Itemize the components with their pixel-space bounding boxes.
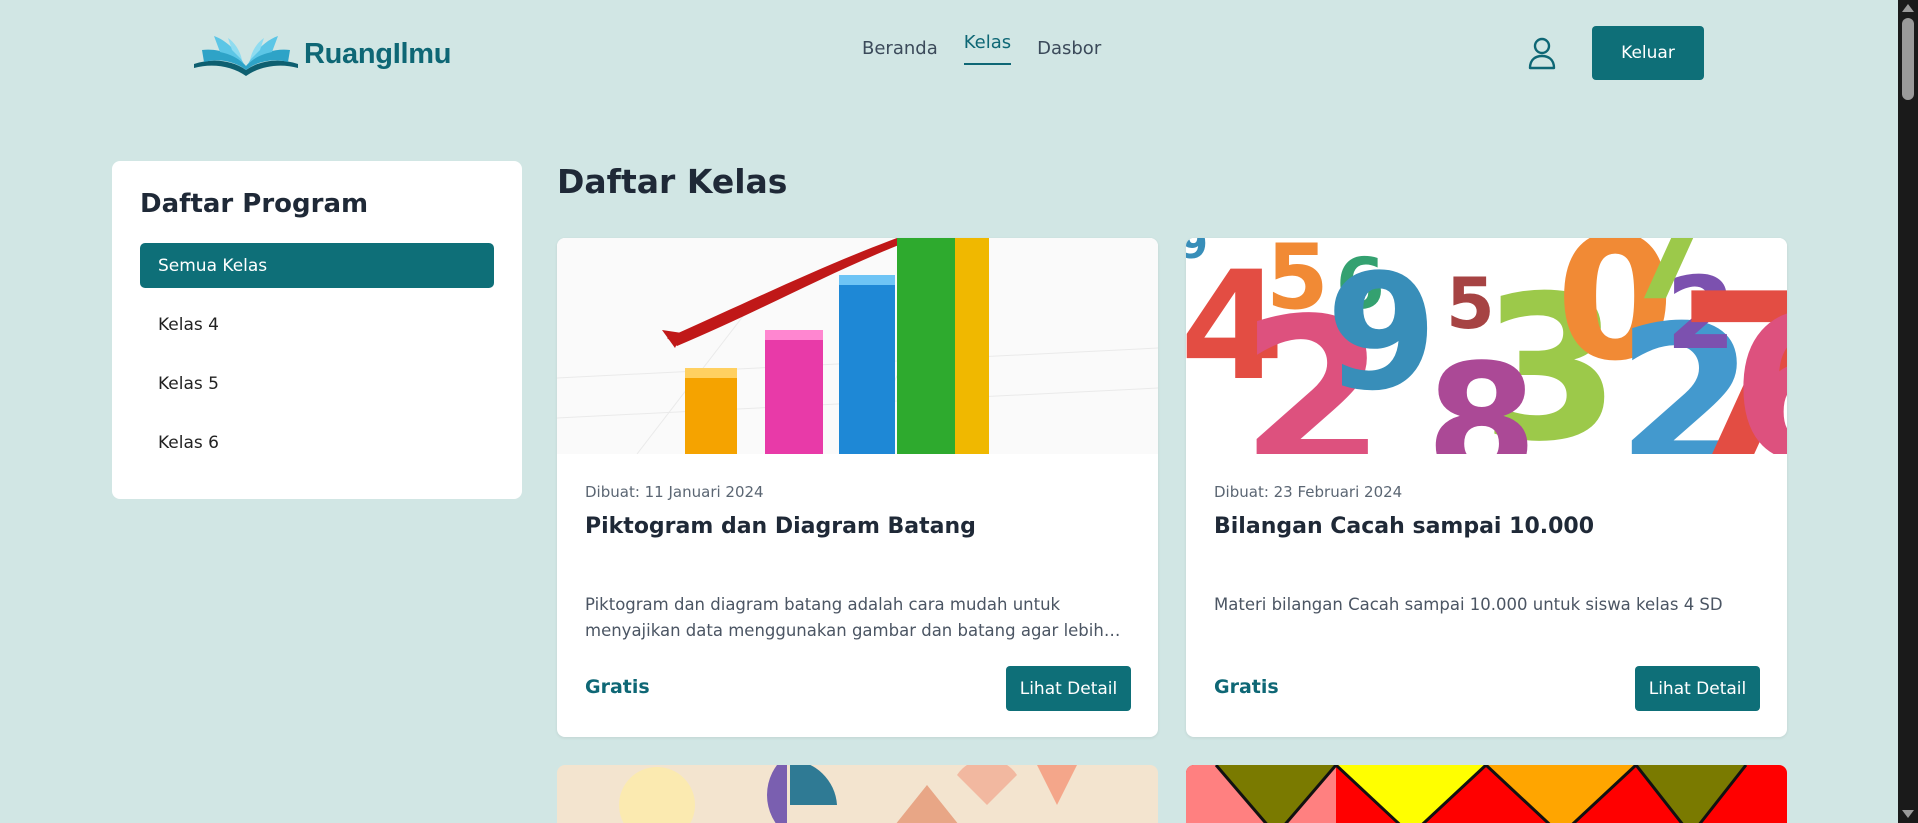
logout-button[interactable]: Keluar: [1592, 26, 1704, 80]
sidebar-item-kelas-4[interactable]: Kelas 4: [140, 302, 494, 347]
fraction-pieces-illustration: [557, 765, 1158, 823]
geometric-shapes-illustration: [1186, 765, 1787, 823]
user-icon[interactable]: [1526, 36, 1558, 70]
card-description: Piktogram dan diagram batang adalah cara…: [585, 595, 1104, 640]
program-sidebar: Daftar Program Semua Kelas Kelas 4 Kelas…: [112, 161, 522, 499]
svg-text:9: 9: [1326, 239, 1437, 426]
scroll-down-arrow-icon[interactable]: [1902, 810, 1914, 818]
sidebar-item-kelas-5[interactable]: Kelas 5: [140, 361, 494, 406]
card-date: Dibuat: 11 Januari 2024: [585, 483, 764, 501]
sidebar-title: Daftar Program: [140, 189, 369, 219]
scroll-up-arrow-icon[interactable]: [1902, 4, 1914, 12]
bar-chart-illustration: [557, 238, 1158, 454]
top-navbar: RuangIlmu Beranda Kelas Dasbor Keluar: [0, 0, 1898, 108]
detail-button[interactable]: Lihat Detail: [1635, 666, 1760, 711]
card-date: Dibuat: 23 Februari 2024: [1214, 483, 1403, 501]
class-card-partial: [1186, 765, 1787, 823]
svg-text:9: 9: [1186, 238, 1208, 268]
detail-button[interactable]: Lihat Detail: [1006, 666, 1131, 711]
sidebar-item-kelas-6[interactable]: Kelas 6: [140, 420, 494, 465]
page-title: Daftar Kelas: [557, 162, 788, 201]
svg-text:6: 6: [1731, 273, 1787, 454]
class-card-partial: [557, 765, 1158, 823]
book-logo-icon: [194, 36, 298, 76]
card-price: Gratis: [1214, 676, 1279, 698]
nav-item-dasbor[interactable]: Dasbor: [1037, 38, 1101, 65]
card-title: Piktogram dan Diagram Batang: [585, 514, 976, 539]
svg-text:7: 7: [1626, 238, 1710, 327]
nav-item-kelas[interactable]: Kelas: [963, 32, 1012, 65]
scrollbar-thumb[interactable]: [1902, 18, 1914, 100]
main-nav: Beranda Kelas Dasbor: [862, 32, 1127, 65]
page-scrollbar[interactable]: [1898, 0, 1918, 823]
brand-logo[interactable]: RuangIlmu: [192, 30, 451, 78]
card-title: Bilangan Cacah sampai 10.000: [1214, 514, 1595, 539]
class-card: 4 2 5 6 9 5 3 8 0 2 2 7 6 7 9 Dibuat: 23…: [1186, 238, 1787, 737]
brand-name: RuangIlmu: [304, 37, 452, 70]
card-price: Gratis: [585, 676, 650, 698]
svg-text:5: 5: [1266, 238, 1329, 330]
colorful-numbers-illustration: 4 2 5 6 9 5 3 8 0 2 2 7 6 7 9: [1186, 238, 1787, 454]
svg-text:8: 8: [1426, 329, 1537, 454]
sidebar-item-semua-kelas[interactable]: Semua Kelas: [140, 243, 494, 288]
card-description: Materi bilangan Cacah sampai 10.000 untu…: [1214, 595, 1723, 614]
class-card: Dibuat: 11 Januari 2024 Piktogram dan Di…: [557, 238, 1158, 737]
nav-item-beranda[interactable]: Beranda: [862, 38, 938, 65]
